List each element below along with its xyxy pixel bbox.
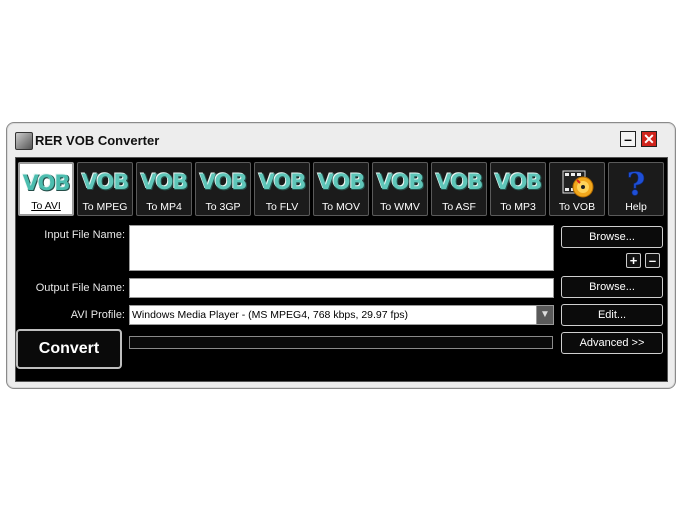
tab-to-vob[interactable]: To VOB xyxy=(549,162,605,216)
tab-to-wmv[interactable]: VOB To WMV xyxy=(372,162,428,216)
vob-logo-icon: VOB xyxy=(376,170,425,194)
remove-button[interactable]: – xyxy=(645,253,660,268)
advanced-button[interactable]: Advanced >> xyxy=(561,332,663,354)
app-window: RER VOB Converter – ✕ VOB To AVI VOB To … xyxy=(6,122,676,389)
tab-label: To FLV xyxy=(265,201,299,213)
title-bar: RER VOB Converter – ✕ xyxy=(7,123,675,157)
input-file-field[interactable] xyxy=(129,225,554,271)
browse-input-button[interactable]: Browse... xyxy=(561,226,663,248)
tab-to-mp4[interactable]: VOB To MP4 xyxy=(136,162,192,216)
help-icon: ? xyxy=(616,165,656,204)
vob-logo-icon: VOB xyxy=(317,170,366,194)
app-icon xyxy=(15,132,33,150)
vob-logo-icon: VOB xyxy=(140,170,189,194)
edit-profile-button[interactable]: Edit... xyxy=(561,304,663,326)
tab-label: To MPEG xyxy=(82,201,128,213)
tab-label: To MP4 xyxy=(146,201,182,213)
tab-to-mp3[interactable]: VOB To MP3 xyxy=(490,162,546,216)
tab-label: To 3GP xyxy=(205,201,241,213)
tab-label: Help xyxy=(625,201,647,213)
tab-to-avi[interactable]: VOB To AVI xyxy=(18,162,74,216)
vob-logo-icon: VOB xyxy=(494,170,543,194)
avi-profile-label: AVI Profile: xyxy=(70,309,125,321)
tab-label: To AVI xyxy=(31,200,61,212)
tab-to-mpeg[interactable]: VOB To MPEG xyxy=(77,162,133,216)
tab-to-flv[interactable]: VOB To FLV xyxy=(254,162,310,216)
window-title: RER VOB Converter xyxy=(35,133,160,148)
tab-help[interactable]: ? Help xyxy=(608,162,664,216)
avi-profile-select[interactable]: Windows Media Player - (MS MPEG4, 768 kb… xyxy=(129,305,554,325)
tab-label: To VOB xyxy=(558,201,596,213)
input-file-label: Input File Name: xyxy=(44,229,125,241)
vob-logo-icon: VOB xyxy=(81,170,130,194)
close-button[interactable]: ✕ xyxy=(641,131,657,147)
vob-logo-icon: VOB xyxy=(258,170,307,194)
progress-bar xyxy=(129,336,553,349)
vob-logo-icon: VOB xyxy=(199,170,248,194)
vob-logo-icon: VOB xyxy=(22,171,71,195)
output-file-label: Output File Name: xyxy=(35,282,125,294)
minimize-button[interactable]: – xyxy=(620,131,636,147)
tab-to-asf[interactable]: VOB To ASF xyxy=(431,162,487,216)
avi-profile-value: Windows Media Player - (MS MPEG4, 768 kb… xyxy=(132,309,409,321)
tab-label: To WMV xyxy=(380,201,420,213)
tab-to-3gp[interactable]: VOB To 3GP xyxy=(195,162,251,216)
svg-text:?: ? xyxy=(627,167,646,199)
tab-label: To MP3 xyxy=(500,201,536,213)
vob-logo-icon: VOB xyxy=(435,170,484,194)
tab-label: To ASF xyxy=(442,201,476,213)
film-disc-icon xyxy=(557,167,597,199)
tab-label: To MOV xyxy=(322,201,360,213)
tab-to-mov[interactable]: VOB To MOV xyxy=(313,162,369,216)
convert-button[interactable]: Convert xyxy=(16,329,122,369)
output-file-field[interactable] xyxy=(129,278,554,298)
browse-output-button[interactable]: Browse... xyxy=(561,276,663,298)
add-button[interactable]: + xyxy=(626,253,641,268)
chevron-down-icon[interactable]: ▼ xyxy=(536,306,553,324)
